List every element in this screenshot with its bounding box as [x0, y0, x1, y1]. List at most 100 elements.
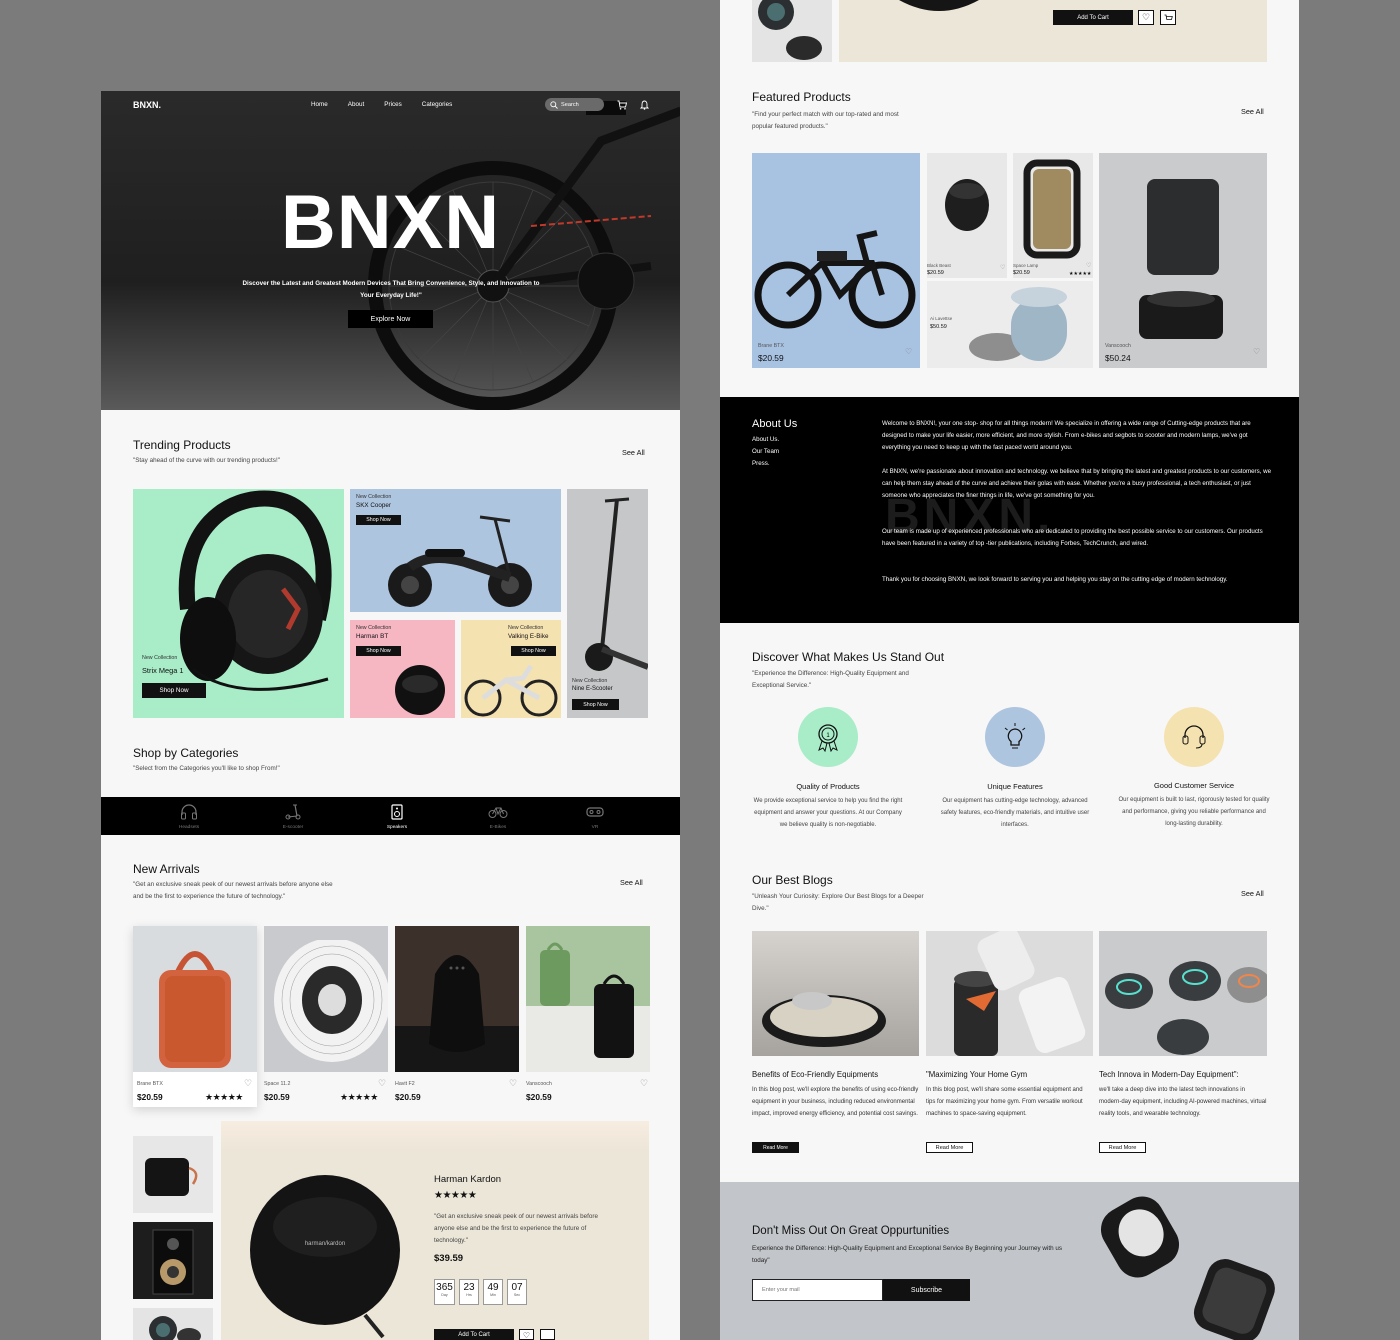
product-image — [264, 926, 388, 1072]
deal-price: $39.59 — [434, 1253, 464, 1264]
wishlist-button[interactable]: ♡ — [519, 1329, 534, 1340]
trending-tile-name: Strix Mega 1 — [142, 666, 184, 675]
blogs-subtitle-1: "Unleash Your Curiosity: Explore Our Bes… — [752, 893, 924, 900]
product-price: $20.59 — [927, 270, 944, 276]
deal-description: "Get an exclusive sneak peek of our newe… — [434, 1213, 598, 1244]
blog-card[interactable]: "Maximizing Your Home Gym In this blog p… — [926, 931, 1093, 1161]
featured-card-vanscooch[interactable]: Vanscooch $50.24 ♡ — [1099, 153, 1267, 368]
countdown-seconds: 07 Sec — [507, 1279, 527, 1305]
standout-subtitle-2: Exceptional Service." — [752, 682, 812, 689]
strip-thumbnail[interactable] — [752, 0, 832, 62]
shop-now-button[interactable]: Shop Now — [572, 699, 619, 710]
nav-link-home[interactable]: Home — [311, 101, 328, 108]
speaker-icon — [388, 804, 406, 820]
trending-see-all[interactable]: See All — [622, 448, 645, 457]
product-name: Havit F2 — [395, 1081, 415, 1087]
deal-rating-stars: ★★★★★ — [434, 1190, 477, 1201]
vr-headset-icon — [586, 804, 604, 820]
category-escooter[interactable]: E-scooter — [273, 804, 313, 830]
trending-tile-skx-cooper[interactable]: New Collection SKX Cooper Shop Now — [350, 489, 561, 612]
product-card[interactable]: Vanscooch $20.59 ♡ — [526, 926, 650, 1107]
read-more-button[interactable]: Read More — [1099, 1142, 1146, 1153]
deal-thumbnail[interactable] — [133, 1222, 213, 1299]
feature-title: Good Customer Service — [1153, 781, 1235, 790]
new-arrivals-see-all[interactable]: See All — [620, 878, 643, 887]
new-arrivals-subtitle-1: "Get an exclusive sneak peek of our newe… — [133, 881, 333, 888]
trending-tile-nine-escooter[interactable]: New Collection Nine E-Scooter Shop Now — [567, 489, 648, 718]
heart-icon[interactable]: ♡ — [1000, 264, 1005, 271]
categories-bar: Headsets E-scooter Speakers E-Bikes VR — [101, 797, 680, 835]
category-headsets[interactable]: Headsets — [169, 804, 209, 830]
product-name: Space Lamp — [1013, 263, 1039, 268]
explore-now-button[interactable]: Explore Now — [348, 310, 433, 328]
deal-thumbnail[interactable] — [133, 1136, 213, 1213]
heart-icon[interactable]: ♡ — [1253, 347, 1260, 356]
bell-icon[interactable] — [640, 100, 649, 110]
blog-title: Benefits of Eco-Friendly Equipments — [752, 1070, 879, 1079]
heart-icon[interactable]: ♡ — [509, 1078, 517, 1089]
rating-stars: ★★★★★ — [205, 1092, 243, 1102]
read-more-button[interactable]: Read More — [752, 1142, 799, 1153]
blog-card[interactable]: Benefits of Eco-Friendly Equipments In t… — [752, 931, 919, 1161]
category-speakers-active[interactable]: Speakers — [377, 804, 417, 830]
about-paragraph: Welcome to BNXN!, your one stop- shop fo… — [882, 420, 1251, 451]
featured-see-all[interactable]: See All — [1241, 107, 1264, 116]
product-price: $20.59 — [758, 353, 784, 363]
featured-card-black-beast[interactable]: Black Beast $20.59 ♡ — [927, 153, 1007, 278]
subscribe-button[interactable]: Subscribe — [883, 1279, 970, 1301]
newsletter-title: Don't Miss Out On Great Oppurtunities — [752, 1225, 950, 1237]
trending-tile-harman-bt[interactable]: New Collection Harman BT Shop Now — [350, 620, 455, 718]
product-name: Brane BTX — [758, 343, 784, 349]
about-paragraph: Thank you for choosing BNXN, we look for… — [882, 576, 1228, 583]
search-input[interactable]: Search — [545, 98, 604, 111]
wishlist-button[interactable]: ♡ — [1138, 10, 1154, 25]
heart-icon[interactable]: ♡ — [1086, 262, 1091, 269]
about-link-our-team[interactable]: Our Team — [752, 448, 779, 455]
featured-card-space-lamp[interactable]: Space Lamp $20.59 ★★★★★ ♡ — [1013, 153, 1093, 278]
read-more-button[interactable]: Read More — [926, 1142, 973, 1153]
category-vr[interactable]: VR — [575, 804, 615, 830]
blog-excerpt: we'll take a deep dive into the latest t… — [1099, 1087, 1267, 1117]
shop-now-button[interactable]: Shop Now — [142, 683, 206, 698]
heart-icon[interactable]: ♡ — [378, 1078, 386, 1089]
add-to-cart-button[interactable]: Add To Cart — [434, 1329, 514, 1340]
blogs-see-all[interactable]: See All — [1241, 889, 1264, 898]
shop-now-button[interactable]: Shop Now — [511, 646, 556, 656]
trending-tile-tag: New Collection — [142, 655, 178, 661]
product-image — [133, 926, 257, 1072]
featured-card-ai-lavettse[interactable]: Ai Lavettse $50.59 — [927, 281, 1093, 368]
trending-tile-headset[interactable]: New Collection Strix Mega 1 Shop Now — [133, 489, 344, 718]
about-link-about-us[interactable]: About Us. — [752, 436, 779, 443]
blog-card[interactable]: Tech Innova in Modern-Day Equipment": we… — [1099, 931, 1267, 1161]
feature-title: Quality of Products — [796, 782, 860, 791]
add-to-cart-button[interactable]: Add To Cart — [1053, 10, 1133, 25]
heart-icon[interactable]: ♡ — [244, 1078, 252, 1089]
product-card[interactable]: Space 11.2 $20.59 ★★★★★ ♡ — [264, 926, 388, 1107]
product-price: $20.59 — [526, 1092, 552, 1102]
heart-icon[interactable]: ♡ — [640, 1078, 648, 1089]
hero-title: BNXN — [280, 180, 501, 265]
blog-image — [752, 931, 919, 1056]
nav-link-prices[interactable]: Prices — [384, 101, 402, 108]
blog-excerpt: In this blog post, we'll explore the ben… — [752, 1087, 919, 1117]
heart-icon[interactable]: ♡ — [905, 347, 912, 356]
cart-button[interactable] — [1160, 10, 1176, 25]
trending-tile-valking-ebike[interactable]: New Collection Valking E-Bike Shop Now — [461, 620, 561, 718]
product-card[interactable]: Brane BTX $20.59 ★★★★★ ♡ — [133, 926, 257, 1107]
nav-link-about[interactable]: About — [348, 101, 364, 108]
deal-thumbnail[interactable] — [133, 1308, 213, 1340]
product-card[interactable]: Havit F2 $20.59 ♡ — [395, 926, 519, 1107]
shop-now-button[interactable]: Shop Now — [356, 646, 401, 656]
award-icon: 1 — [798, 707, 858, 767]
logo[interactable]: BNXN. — [133, 100, 161, 110]
nav-link-categories[interactable]: Categories — [422, 101, 452, 108]
category-ebikes[interactable]: E-Bikes — [478, 804, 518, 830]
about-link-press[interactable]: Press. — [752, 460, 770, 467]
standout-title: Discover What Makes Us Stand Out — [752, 650, 945, 664]
email-input[interactable] — [752, 1279, 883, 1301]
cart-button[interactable] — [540, 1329, 555, 1340]
product-image — [395, 926, 519, 1072]
featured-card-ebike[interactable]: Brane BTX $20.59 ♡ — [752, 153, 920, 368]
cart-icon[interactable] — [617, 100, 627, 110]
about-section: BNXN. About Us About Us. Our Team Press.… — [720, 397, 1299, 623]
